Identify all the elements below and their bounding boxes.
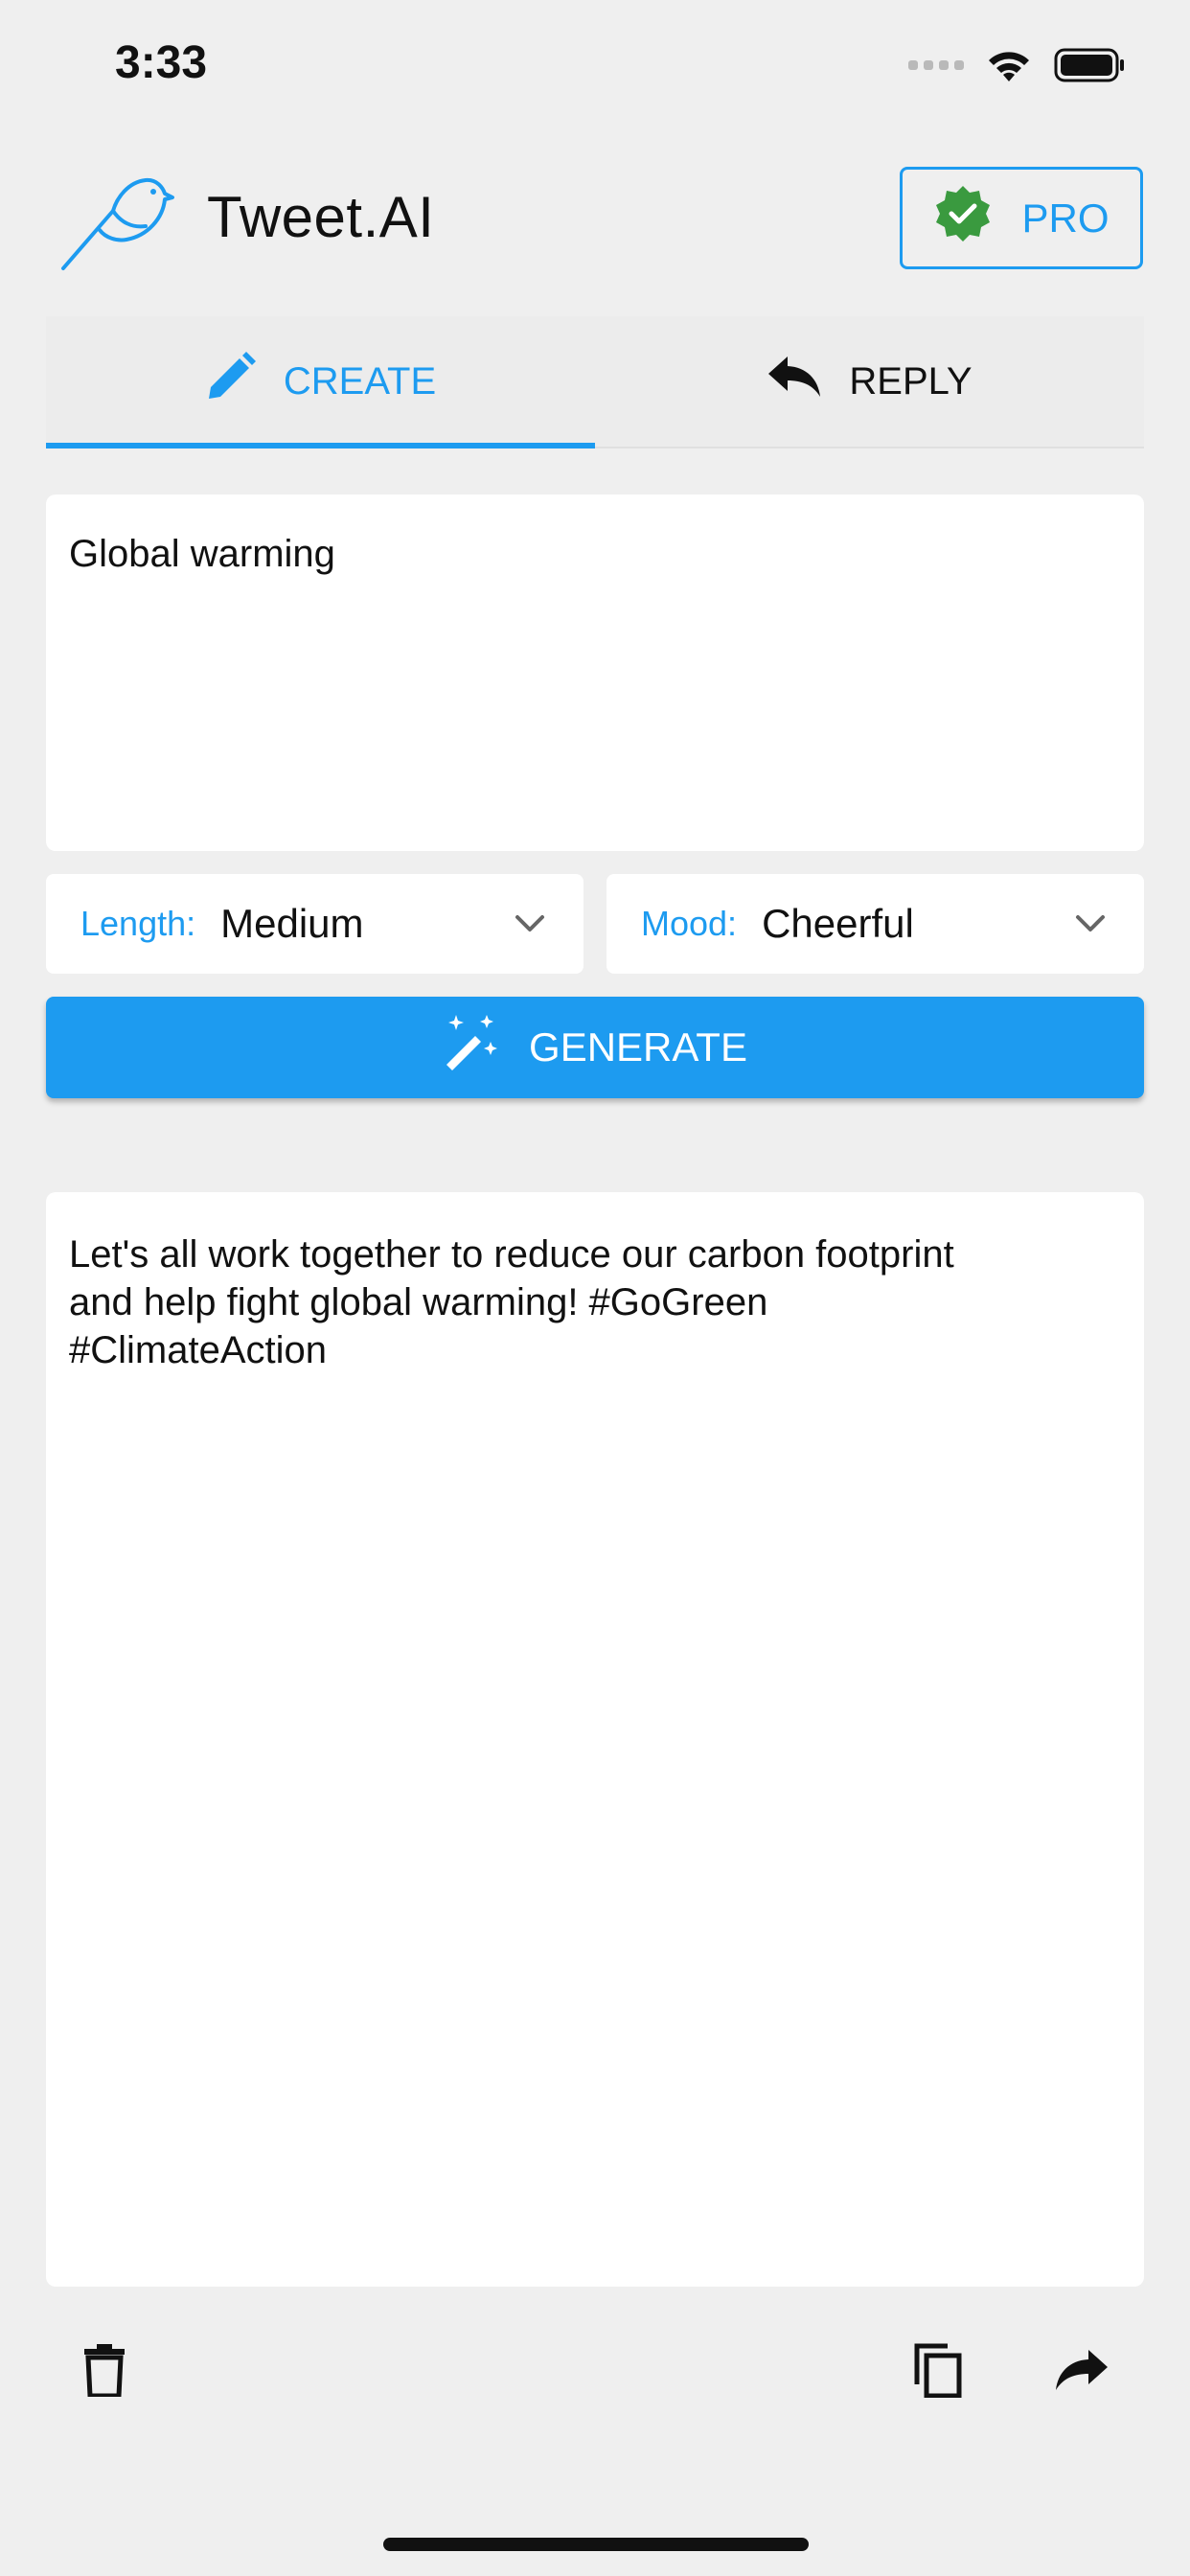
tab-reply[interactable]: REPLY [595,316,1144,447]
mood-label: Mood: [641,904,738,943]
generate-button[interactable]: GENERATE [46,997,1144,1098]
active-tab-indicator [46,443,595,448]
topic-input-value: Global warming [69,533,335,575]
status-time: 3:33 [115,37,208,88]
wifi-icon [985,47,1033,83]
status-icons [908,46,1127,84]
mood-value: Cheerful [762,901,914,946]
pro-button[interactable]: PRO [900,167,1143,269]
share-button[interactable] [1048,2338,1115,2405]
battery-icon [1054,47,1127,83]
home-indicator [383,2538,809,2551]
copy-button[interactable] [904,2338,972,2405]
verified-badge-icon [933,184,993,253]
screen: 3:33 Tweet.AI PRO CREATE REPLY Global wa… [0,0,1190,2576]
tab-create-label: CREATE [283,359,437,402]
bird-logo-icon [57,169,178,274]
topic-input[interactable]: Global warming [46,494,1144,851]
length-label: Length: [80,904,196,943]
cellular-signal-icon [908,60,964,70]
chevron-down-icon [1071,905,1110,943]
delete-button[interactable] [71,2338,138,2405]
pro-label: PRO [1021,195,1110,241]
app-title: Tweet.AI [207,185,435,249]
length-value: Medium [220,901,364,946]
mood-select[interactable]: Mood: Cheerful [606,874,1144,974]
pencil-icon [205,351,257,412]
trash-icon [83,2343,126,2402]
tab-reply-label: REPLY [849,359,973,402]
magic-wand-icon [443,1013,500,1082]
output-text: Let's all work together to reduce our ca… [69,1233,954,1371]
tab-create[interactable]: CREATE [46,316,595,448]
length-select[interactable]: Length: Medium [46,874,584,974]
generate-label: GENERATE [529,1024,747,1070]
copy-icon [913,2342,963,2403]
share-icon [1054,2348,1110,2397]
output-textarea[interactable]: Let's all work together to reduce our ca… [46,1192,1144,2287]
reply-icon [767,355,822,408]
chevron-down-icon [511,905,549,943]
tab-bar: CREATE REPLY [46,316,1144,448]
